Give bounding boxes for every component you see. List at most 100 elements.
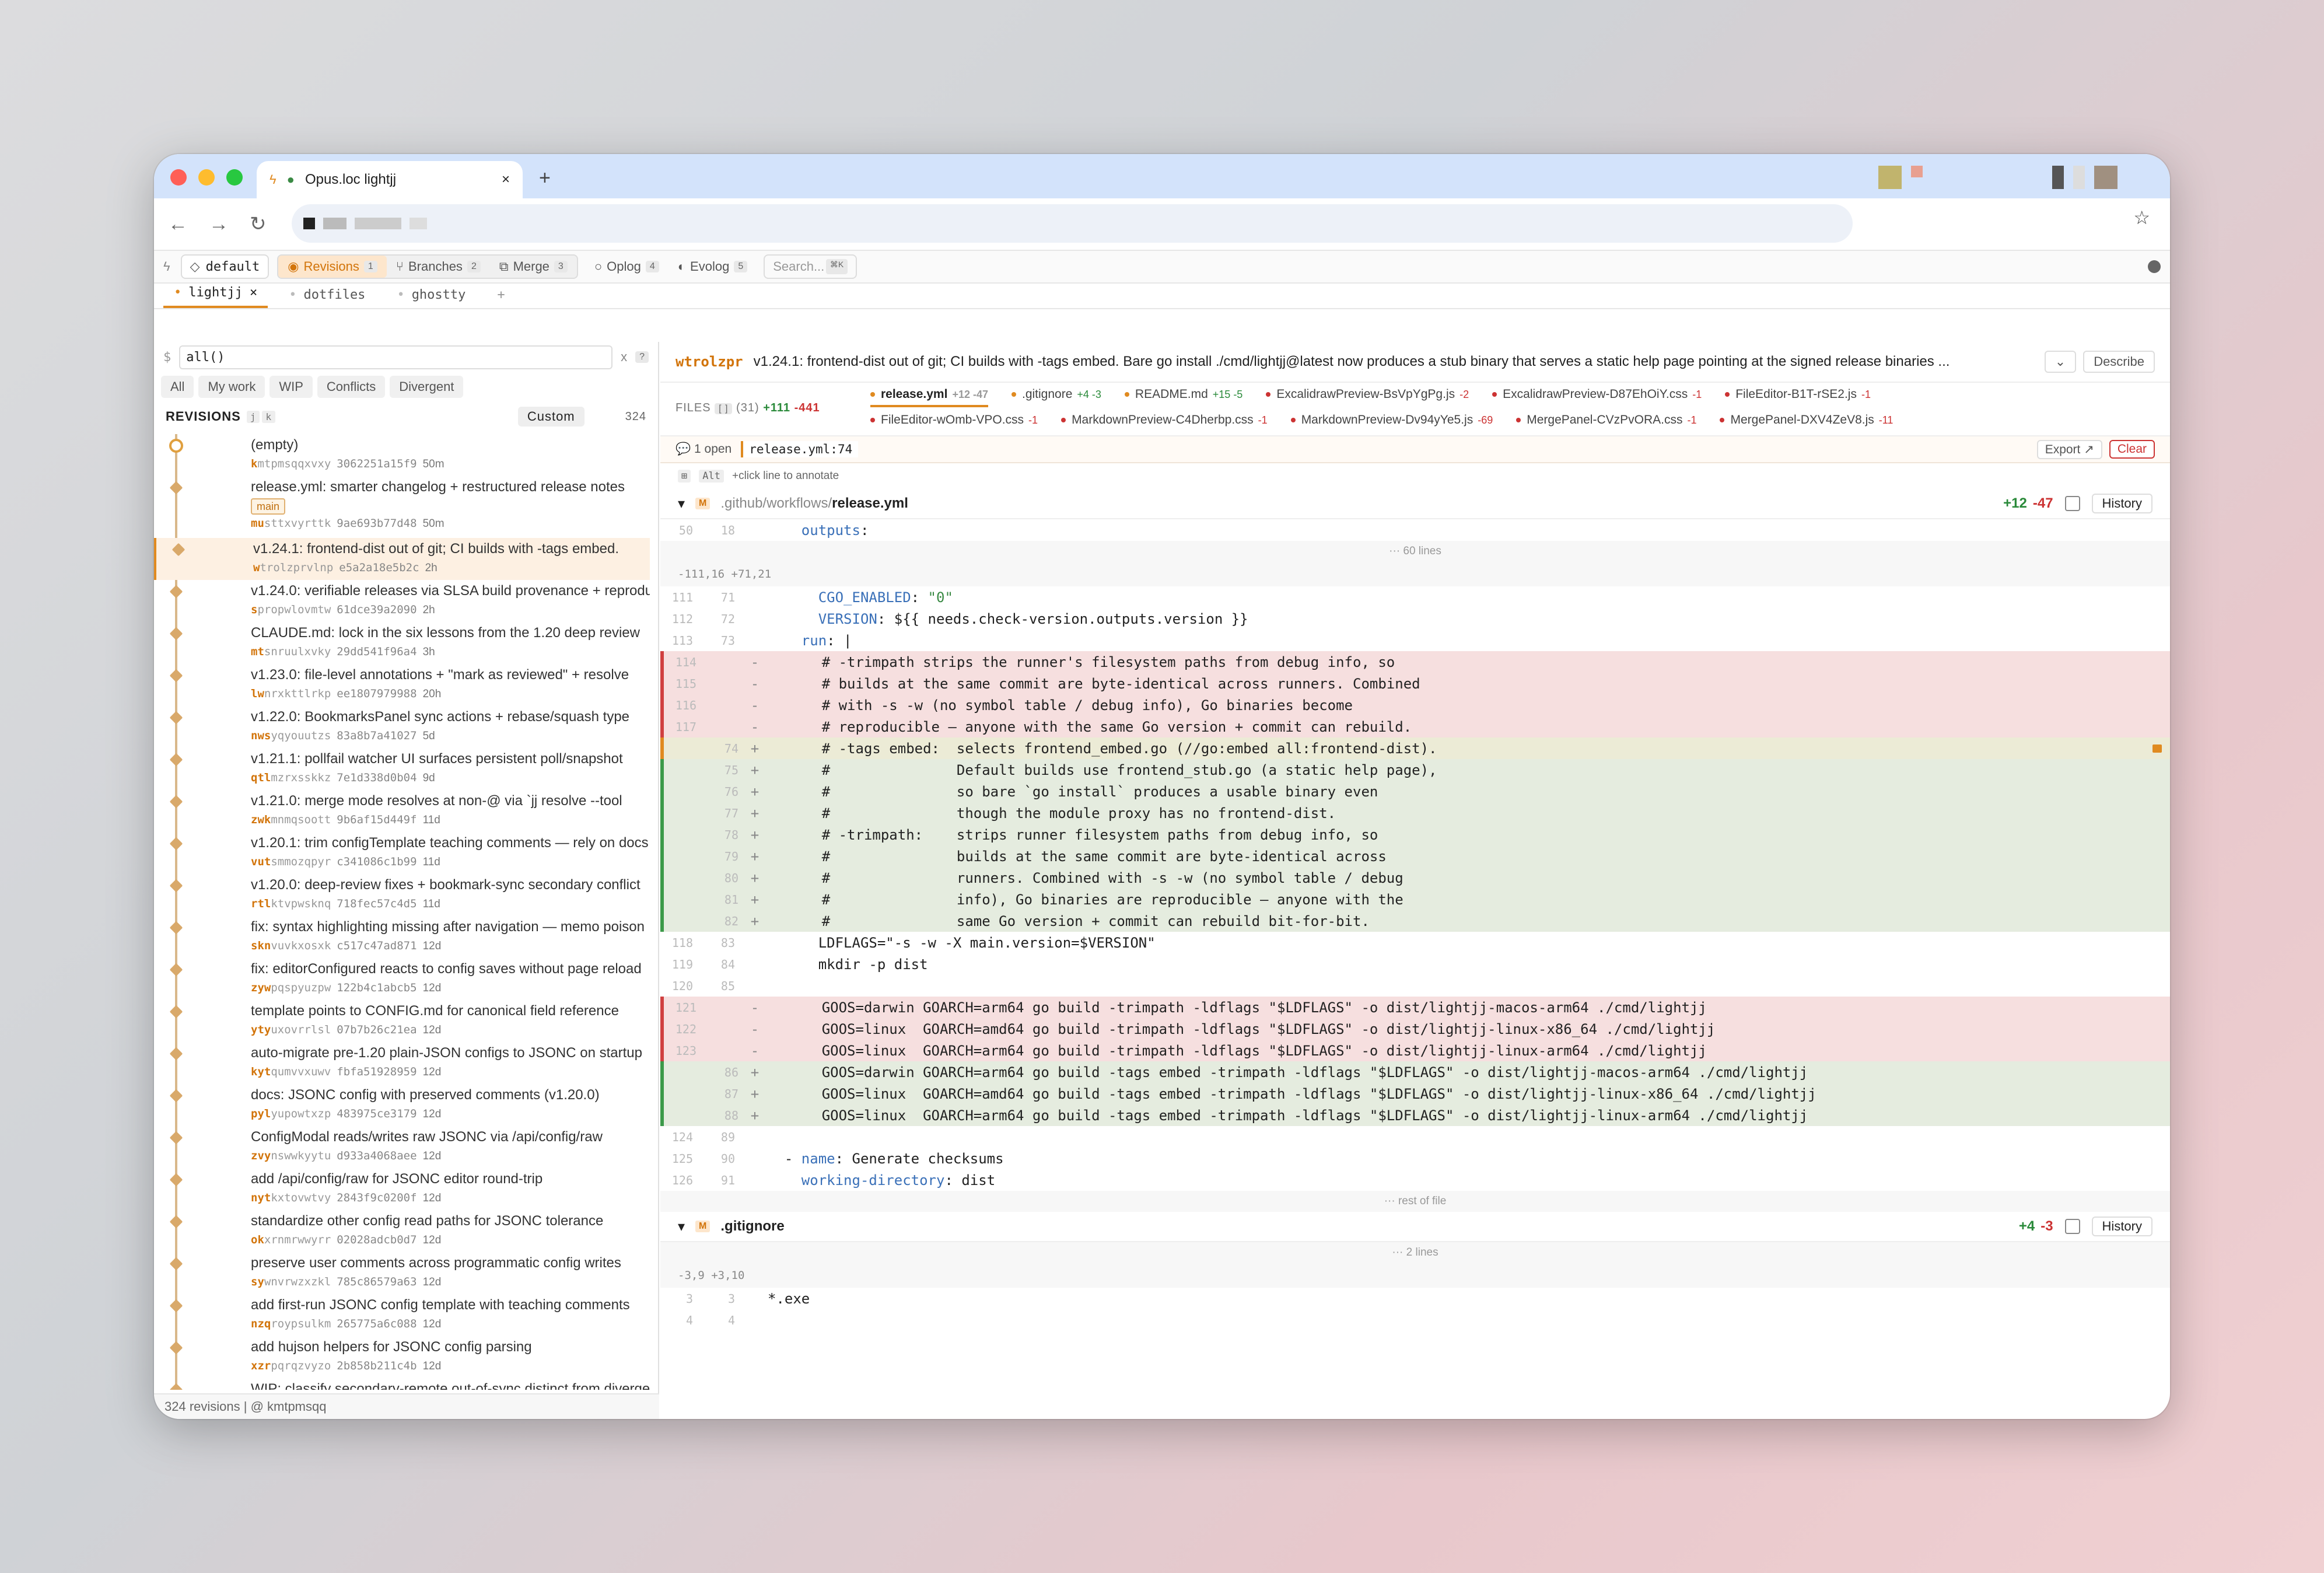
revset-input[interactable]: all() — [179, 345, 613, 369]
close-window-button[interactable] — [170, 169, 187, 186]
filter-all[interactable]: All — [161, 376, 194, 398]
close-repo-icon[interactable]: × — [250, 285, 257, 300]
annotation-marker-icon[interactable] — [2152, 744, 2162, 753]
diff-line[interactable]: 50 18 outputs: — [660, 519, 2170, 541]
add-repo-button[interactable]: + — [487, 288, 515, 308]
revision-row[interactable]: template points to CONFIG.md for canonic… — [154, 1000, 650, 1042]
diff-line[interactable]: 74 + # -tags embed: selects frontend_embe… — [660, 737, 2170, 759]
extension-icon[interactable] — [2073, 166, 2085, 189]
tab-revisions[interactable]: ◉ Revisions 1 — [278, 256, 387, 278]
revision-row[interactable]: WIP: classify secondary-remote out-of-sy… — [154, 1378, 650, 1390]
revision-row[interactable]: docs: JSONC config with preserved commen… — [154, 1084, 650, 1126]
filter-divergent[interactable]: Divergent — [390, 376, 464, 398]
extension-icon[interactable] — [2052, 166, 2064, 189]
file-chip[interactable]: release.yml +12 -47 — [870, 387, 988, 407]
revision-row[interactable]: fix: editorConfigured reacts to config s… — [154, 958, 650, 1000]
diff-line[interactable]: 111 71 CGO_ENABLED: "0" — [660, 586, 2170, 608]
history-button[interactable]: History — [2091, 1217, 2152, 1236]
address-bar[interactable] — [292, 204, 1853, 243]
browser-tab[interactable]: ϟ ● Opus.loc lightjj × — [257, 161, 523, 198]
diff-line[interactable]: 79 + # builds at the same commit are byte… — [660, 845, 2170, 867]
expand-lines[interactable]: ··· 60 lines — [660, 541, 2170, 562]
expand-lines[interactable]: ··· 2 lines — [660, 1242, 2170, 1263]
diff-line[interactable]: 87 + GOOS=linux GOARCH=amd64 go build -ta… — [660, 1083, 2170, 1104]
diff-line[interactable]: 78 + # -trimpath: strips runner filesyste… — [660, 824, 2170, 845]
expand-rest[interactable]: ··· rest of file — [660, 1191, 2170, 1212]
bookmark-star-icon[interactable]: ☆ — [2133, 207, 2150, 229]
help-button[interactable]: ? — [635, 351, 649, 363]
file-chip[interactable]: MergePanel-DXV4ZeV8.js -11 — [1720, 413, 1893, 427]
clear-button[interactable]: Clear — [2109, 440, 2155, 459]
diff-line[interactable]: 121 - GOOS=darwin GOARCH=arm64 go build -… — [660, 997, 2170, 1018]
export-button[interactable]: Export ↗ — [2036, 439, 2102, 459]
reviewed-checkbox[interactable] — [2064, 496, 2080, 511]
diff-line[interactable]: 86 + GOOS=darwin GOARCH=arm64 go build -t… — [660, 1061, 2170, 1083]
zoom-window-button[interactable] — [226, 169, 243, 186]
revision-row[interactable]: preserve user comments across programmat… — [154, 1252, 650, 1294]
revision-row[interactable]: v1.24.0: verifiable releases via SLSA bu… — [154, 580, 650, 622]
close-tab-icon[interactable]: × — [502, 172, 510, 188]
minimize-window-button[interactable] — [198, 169, 215, 186]
diff-line[interactable]: 88 + GOOS=linux GOARCH=arm64 go build -ta… — [660, 1104, 2170, 1126]
filter-wip[interactable]: WIP — [270, 376, 313, 398]
diff-line[interactable]: 124 89 — [660, 1126, 2170, 1148]
revision-row[interactable]: add /api/config/raw for JSONC editor rou… — [154, 1168, 650, 1210]
collapse-icon[interactable]: ▾ — [678, 495, 685, 512]
revision-row[interactable]: v1.24.1: frontend-dist out of git; CI bu… — [154, 538, 650, 580]
diff-line[interactable]: 118 83 LDFLAGS="-s -w -X main.version=$VE… — [660, 932, 2170, 953]
revision-row[interactable]: v1.22.0: BookmarksPanel sync actions + r… — [154, 706, 650, 748]
reload-icon[interactable]: ↻ — [250, 212, 267, 236]
diff-line[interactable]: 126 91 working-directory: dist — [660, 1169, 2170, 1191]
forward-icon[interactable]: → — [209, 213, 229, 236]
file-chip[interactable]: .gitignore +4 -3 — [1012, 387, 1101, 407]
annotation-ref[interactable]: release.yml:74 — [741, 441, 859, 457]
filter-conflicts[interactable]: Conflicts — [317, 376, 386, 398]
tab-merge[interactable]: ⧉ Merge 3 — [490, 256, 577, 278]
diff-line[interactable]: 76 + # so bare `go install` produces a us… — [660, 781, 2170, 802]
diff-line[interactable]: 115 - # builds at the same commit are byt… — [660, 673, 2170, 694]
file-name[interactable]: .gitignore — [720, 1218, 784, 1235]
diff-line[interactable]: 112 72 VERSION: ${{ needs.check-version.o… — [660, 608, 2170, 630]
diff-line[interactable]: 117 - # reproducible — anyone with the sa… — [660, 716, 2170, 737]
revision-row[interactable]: CLAUDE.md: lock in the six lessons from … — [154, 622, 650, 664]
revision-row[interactable]: auto-migrate pre-1.20 plain-JSON configs… — [154, 1042, 650, 1084]
back-icon[interactable]: ← — [168, 213, 188, 236]
revision-row[interactable]: v1.21.0: merge mode resolves at non-@ vi… — [154, 790, 650, 832]
revision-row[interactable]: add hujson helpers for JSONC config pars… — [154, 1336, 650, 1378]
file-name[interactable]: release.yml — [832, 495, 908, 512]
revision-row[interactable]: v1.21.1: pollfail watcher UI surfaces pe… — [154, 748, 650, 790]
file-chip[interactable]: MarkdownPreview-C4Dherbp.css -1 — [1061, 413, 1268, 427]
diff-line[interactable]: 80 + # runners. Combined with -s -w (no s… — [660, 867, 2170, 889]
diff-line[interactable]: 120 85 — [660, 975, 2170, 997]
search-input[interactable]: Search... ⌘K — [764, 254, 858, 279]
diff-line[interactable]: 77 + # though the module proxy has no fro… — [660, 802, 2170, 824]
bookmark-badge[interactable]: main — [251, 498, 286, 515]
diff-line[interactable]: 122 - GOOS=linux GOARCH=amd64 go build -t… — [660, 1018, 2170, 1040]
repo-tab-lightjj[interactable]: • lightjj × — [163, 285, 268, 308]
revision-row[interactable]: v1.23.0: file-level annotations + "mark … — [154, 664, 650, 706]
diff-line[interactable]: 119 84 mkdir -p dist — [660, 953, 2170, 975]
tab-evolog[interactable]: ◐ Evolog 5 — [670, 256, 755, 278]
file-chip[interactable]: FileEditor-B1T-rSE2.js -1 — [1725, 387, 1871, 407]
file-chip[interactable]: ExcalidrawPreview-BsVpYgPg.js -2 — [1266, 387, 1469, 407]
diff-line[interactable]: 75 + # Default builds use frontend_stub.g… — [660, 759, 2170, 781]
revision-row[interactable]: release.yml: smarter changelog + restruc… — [154, 476, 650, 538]
custom-button[interactable]: Custom — [517, 407, 584, 427]
collapse-icon[interactable]: ▾ — [678, 1218, 685, 1235]
repo-tab-ghostty[interactable]: • ghostty — [386, 288, 476, 308]
diff-line[interactable]: 81 + # info), Go binaries are reproducibl… — [660, 889, 2170, 910]
workspace-selector[interactable]: ◇ default — [180, 254, 270, 279]
extension-icon[interactable] — [1878, 166, 1902, 189]
file-chip[interactable]: ExcalidrawPreview-D87EhOiY.css -1 — [1492, 387, 1702, 407]
tab-oplog[interactable]: ○ Oplog 4 — [586, 256, 667, 278]
revision-row[interactable]: standardize other config read paths for … — [154, 1210, 650, 1252]
extension-icon[interactable] — [1911, 166, 1923, 177]
expand-message-button[interactable]: ⌄ — [2044, 351, 2077, 373]
tab-branches[interactable]: ⑂ Branches 2 — [387, 256, 490, 278]
diff-line[interactable]: 113 73 run: | — [660, 630, 2170, 651]
history-button[interactable]: History — [2091, 494, 2152, 513]
diff-line[interactable]: 116 - # with -s -w (no symbol table / deb… — [660, 694, 2170, 716]
new-tab-button[interactable]: + — [539, 167, 551, 190]
diff-line[interactable]: 3 3 *.exe — [660, 1288, 2170, 1309]
revision-row[interactable]: ConfigModal reads/writes raw JSONC via /… — [154, 1126, 650, 1168]
